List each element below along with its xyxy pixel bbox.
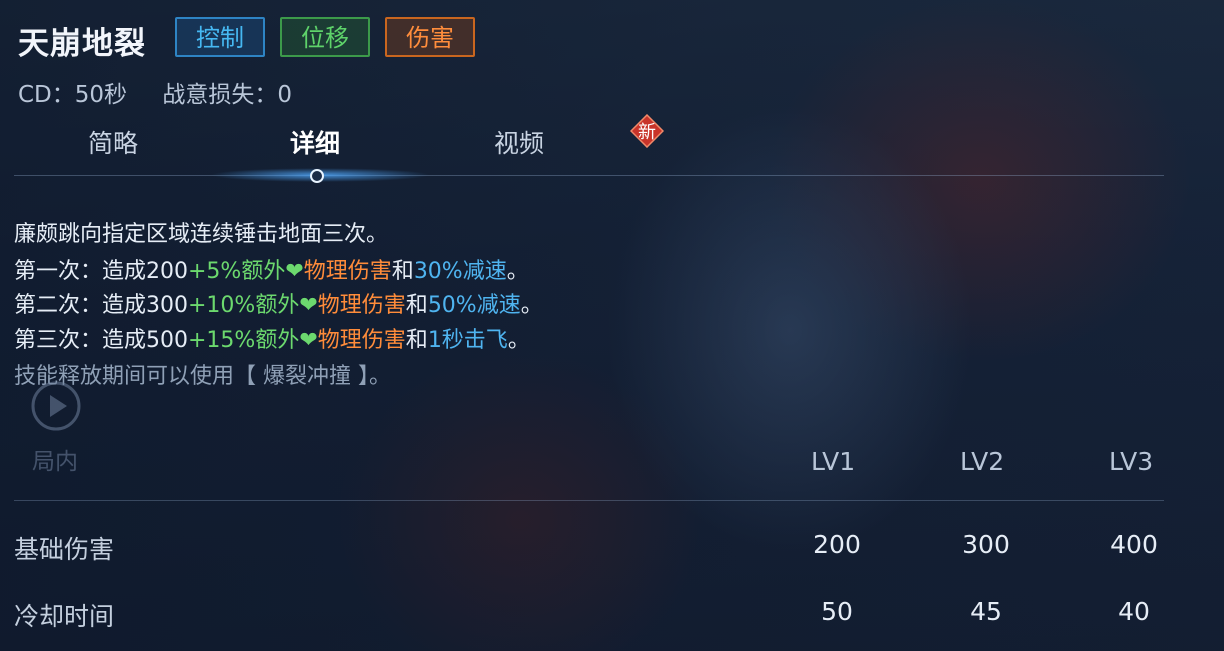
tab-brief[interactable]: 简略 [88,124,138,160]
new-badge-label: 新 [638,122,656,143]
desc-text: 和 [405,328,428,353]
desc-bonus: +10%额外 [188,293,300,318]
tab-divider [14,175,1164,176]
new-badge-icon: 新 [629,113,665,149]
tab-detail[interactable]: 详细 [290,124,340,160]
desc-effect: 30%减速 [413,259,507,284]
description-line-4: 第三次：造成500+15%额外❤物理伤害和1秒击飞。 [14,322,530,354]
desc-bonus: +15%额外 [188,328,300,353]
row-label-base-damage: 基础伤害 [14,535,115,564]
heart-icon: ❤ [299,328,318,353]
desc-text: 第一次：造成200 [14,259,188,284]
level-header-1: LV1 [811,447,856,476]
cooldown-text: CD：50秒 [18,82,128,108]
desc-text: 和 [391,259,414,284]
description-line-3: 第二次：造成300+10%额外❤物理伤害和50%减速。 [14,287,543,319]
tab-video[interactable]: 视频 [494,124,544,160]
desc-text: 第二次：造成300 [14,293,188,318]
table-cell: 200 [813,530,861,559]
description-line-2: 第一次：造成200+5%额外❤物理伤害和30%减速。 [14,253,529,285]
tag-displacement: 位移 [280,17,370,57]
tag-damage: 伤害 [385,17,475,57]
table-cell: 45 [970,597,1002,626]
table-divider [14,500,1164,501]
desc-text: 。 [506,259,529,284]
skill-stats-line: CD：50秒 战意损失：0 [18,75,320,109]
row-label-cooldown: 冷却时间 [14,602,115,631]
desc-text: 。 [507,328,530,353]
level-header-2: LV2 [960,447,1005,476]
side-menu-label[interactable]: 局内 [32,442,78,476]
desc-physical-damage: 物理伤害 [303,259,392,284]
desc-physical-damage: 物理伤害 [317,293,406,318]
desc-effect: 50%减速 [427,293,521,318]
morale-loss-text: 战意损失：0 [162,82,292,108]
heart-icon: ❤ [299,293,318,318]
table-cell: 400 [1110,530,1158,559]
desc-physical-damage: 物理伤害 [317,328,406,353]
desc-text: 。 [520,293,543,318]
play-icon[interactable] [30,380,82,438]
level-header-3: LV3 [1109,447,1154,476]
description-line-1: 廉颇跳向指定区域连续锤击地面三次。 [14,222,389,247]
tag-control: 控制 [175,17,265,57]
table-cell: 40 [1118,597,1150,626]
table-cell: 300 [962,530,1010,559]
skill-name: 天崩地裂 [18,26,146,62]
tab-active-indicator [310,169,324,183]
heart-icon: ❤ [285,259,304,284]
desc-text: 和 [405,293,428,318]
desc-bonus: +5%额外 [188,259,286,284]
desc-effect: 1秒击飞 [427,328,508,353]
desc-text: 第三次：造成500 [14,328,188,353]
table-cell: 50 [821,597,853,626]
